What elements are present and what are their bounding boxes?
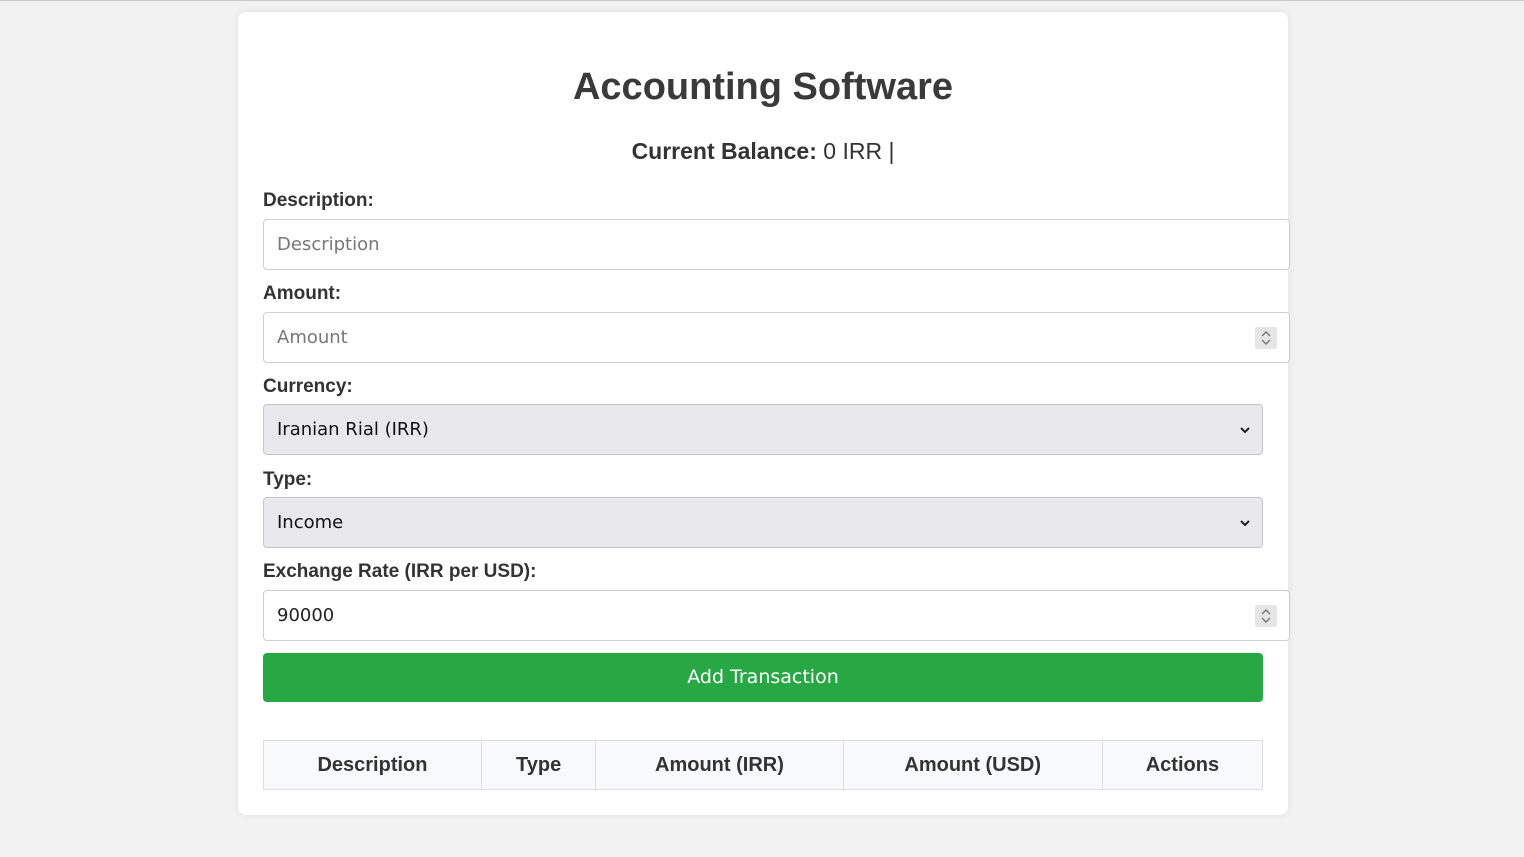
- currency-selected: Iranian Rial (IRR): [277, 419, 429, 440]
- add-transaction-button[interactable]: Add Transaction: [263, 653, 1263, 702]
- type-select[interactable]: Income: [263, 497, 1263, 548]
- chevron-down-icon: [1240, 427, 1250, 434]
- balance-label: Current Balance:: [631, 138, 817, 164]
- column-header-amount-usd: Amount (USD): [842, 740, 1103, 790]
- balance-value: 0 IRR |: [823, 138, 895, 164]
- amount-placeholder: Amount: [277, 327, 348, 348]
- exchange-rate-input[interactable]: 90000: [263, 590, 1290, 641]
- chevron-down-icon: [1240, 520, 1250, 527]
- exchange-rate-value: 90000: [277, 605, 335, 626]
- description-input[interactable]: Description: [263, 219, 1290, 270]
- spinner-arrows-icon[interactable]: [1255, 327, 1277, 349]
- transactions-table: Description Type Amount (IRR) Amount (US…: [263, 740, 1264, 790]
- accounting-card: Accounting Software Current Balance: 0 I…: [238, 12, 1290, 815]
- top-divider: [0, 0, 1524, 1]
- type-selected: Income: [277, 512, 344, 533]
- column-header-description: Description: [263, 740, 482, 790]
- exchange-rate-label: Exchange Rate (IRR per USD):: [263, 561, 537, 582]
- current-balance: Current Balance: 0 IRR |: [238, 136, 1288, 166]
- page-title: Accounting Software: [572, 66, 954, 108]
- currency-label: Currency:: [263, 376, 353, 397]
- column-header-amount-irr: Amount (IRR): [595, 740, 844, 790]
- currency-select[interactable]: Iranian Rial (IRR): [263, 404, 1263, 455]
- description-placeholder: Description: [277, 234, 380, 255]
- type-label: Type:: [263, 469, 313, 490]
- column-header-actions: Actions: [1101, 740, 1264, 790]
- description-label: Description:: [263, 190, 374, 211]
- column-header-type: Type: [480, 740, 597, 790]
- spinner-arrows-icon[interactable]: [1255, 605, 1277, 627]
- amount-label: Amount:: [263, 283, 342, 304]
- table-header-row: Description Type Amount (IRR) Amount (US…: [263, 740, 1264, 790]
- amount-input[interactable]: Amount: [263, 312, 1290, 363]
